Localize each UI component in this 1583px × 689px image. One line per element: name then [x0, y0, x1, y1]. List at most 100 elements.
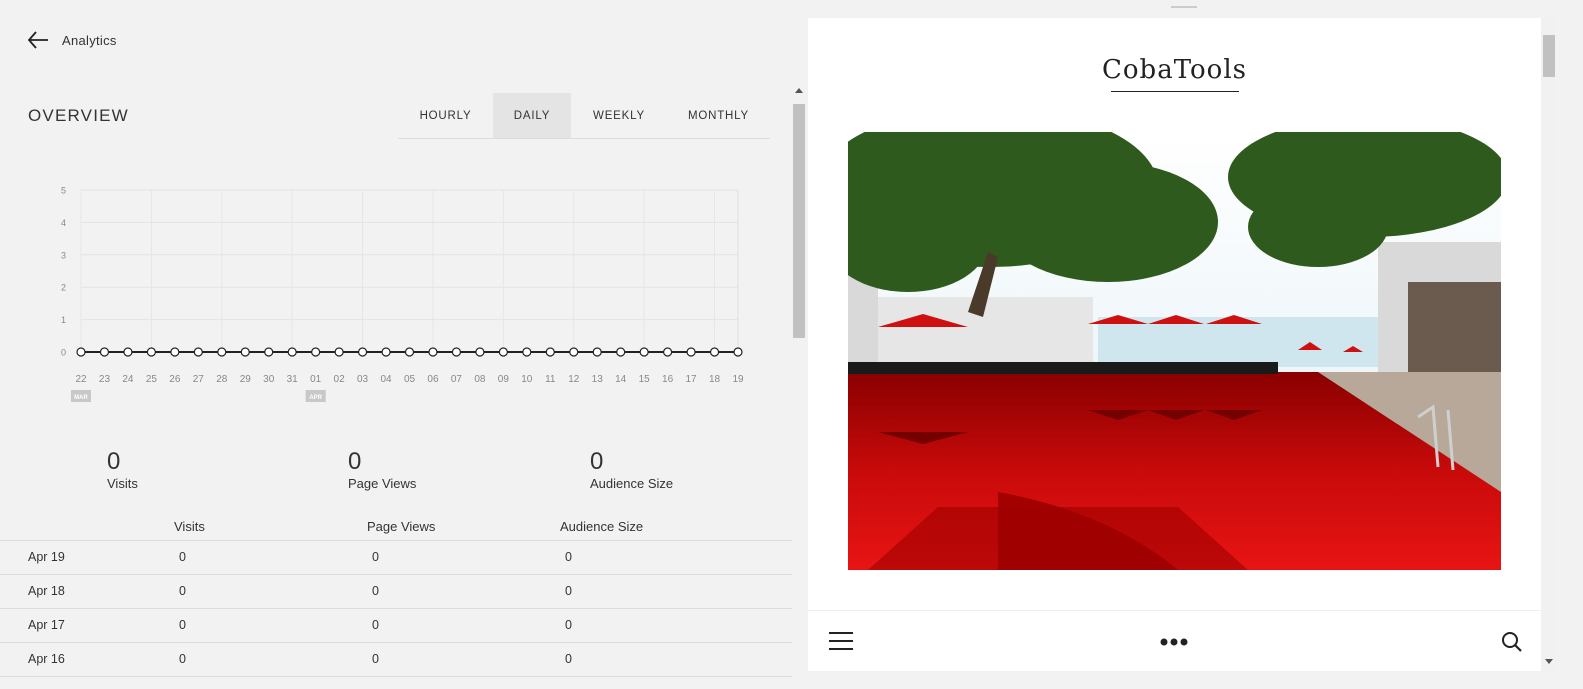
scroll-down-arrow-icon[interactable] [1545, 659, 1553, 664]
x-tick-label: 07 [451, 374, 463, 385]
data-point [240, 347, 250, 357]
row-visits: 0 [179, 618, 186, 632]
hero-image [848, 132, 1501, 570]
data-point [311, 347, 321, 357]
data-point [334, 347, 344, 357]
x-tick-label: 30 [263, 374, 275, 385]
table-row: Apr 19 0 0 0 [0, 541, 792, 575]
stat-audience-size-label: Audience Size [590, 476, 674, 491]
x-tick-label: 02 [334, 374, 346, 385]
x-tick-label: 31 [287, 374, 299, 385]
row-date: Apr 18 [28, 584, 65, 598]
table-row: Apr 16 0 0 0 [0, 643, 792, 677]
data-point [451, 347, 462, 357]
data-point [217, 347, 227, 357]
row-date: Apr 17 [28, 618, 65, 632]
scroll-up-arrow-icon[interactable] [795, 88, 803, 93]
table-header: Visits Page Views Audience Size [0, 519, 792, 541]
scrollbar-thumb[interactable] [1543, 35, 1555, 77]
back-label: Analytics [62, 32, 117, 48]
analytics-table: Visits Page Views Audience Size Apr 19 0… [0, 519, 792, 677]
row-page-views: 0 [372, 584, 379, 598]
left-scrollbar[interactable] [792, 88, 806, 689]
tab-daily[interactable]: DAILY [493, 93, 571, 138]
site-title-wrap: CobaTools [808, 55, 1541, 92]
overview-title: OVERVIEW [28, 106, 129, 125]
data-point [475, 347, 485, 357]
tab-weekly[interactable]: WEEKLY [571, 93, 667, 138]
menu-icon[interactable] [828, 631, 854, 651]
more-icon[interactable] [1160, 637, 1188, 647]
row-visits: 0 [179, 550, 186, 564]
y-tick-label: 3 [61, 250, 66, 260]
y-tick-label: 5 [61, 186, 66, 196]
stat-visits-value: 0 [107, 448, 121, 475]
table-row: Apr 17 0 0 0 [0, 609, 792, 643]
row-audience: 0 [565, 652, 572, 666]
col-page-views: Page Views [367, 519, 436, 534]
month-marker-label: MAR [74, 395, 88, 401]
x-tick-label: 17 [686, 374, 698, 385]
y-tick-label: 2 [61, 283, 66, 293]
row-audience: 0 [565, 550, 572, 564]
x-tick-label: 12 [568, 374, 580, 385]
back-button[interactable]: Analytics [26, 28, 117, 52]
row-audience: 0 [565, 584, 572, 598]
tab-hourly[interactable]: HOURLY [398, 93, 493, 138]
row-page-views: 0 [372, 618, 379, 632]
data-point [76, 347, 86, 357]
x-tick-label: 23 [99, 374, 111, 385]
x-tick-label: 03 [357, 374, 369, 385]
data-point [381, 347, 391, 357]
data-point [592, 347, 602, 357]
data-point [545, 347, 555, 357]
data-point [686, 347, 696, 357]
table-row: Apr 18 0 0 0 [0, 575, 792, 609]
x-tick-label: 14 [615, 374, 627, 385]
x-tick-label: 13 [592, 374, 604, 385]
preview-scrollbar[interactable] [1541, 18, 1556, 671]
stat-audience-size: 0 Audience Size [590, 449, 674, 492]
col-visits: Visits [174, 519, 205, 534]
search-icon[interactable] [1501, 631, 1523, 653]
data-point [428, 347, 438, 357]
site-title[interactable]: CobaTools [1102, 55, 1247, 85]
stat-page-views-value: 0 [348, 448, 362, 475]
scrollbar-thumb[interactable] [793, 104, 805, 338]
y-tick-label: 4 [61, 218, 66, 228]
y-tick-label: 1 [61, 315, 66, 325]
data-point [663, 347, 673, 357]
tab-monthly[interactable]: MONTHLY [667, 93, 770, 138]
data-point [522, 347, 532, 357]
title-underline [1110, 91, 1239, 92]
row-visits: 0 [179, 584, 186, 598]
arrow-left-icon [27, 31, 48, 49]
x-tick-label: 25 [146, 374, 158, 385]
row-audience: 0 [565, 618, 572, 632]
x-tick-label: 06 [427, 374, 439, 385]
preview-bottom-bar [808, 610, 1541, 671]
data-point [639, 347, 649, 357]
drag-handle[interactable] [1171, 6, 1197, 8]
row-page-views: 0 [372, 550, 379, 564]
site-preview: CobaTools [808, 18, 1556, 671]
data-point [616, 347, 626, 357]
plot-area [80, 189, 739, 353]
data-point [709, 347, 720, 357]
x-tick-label: 28 [216, 374, 228, 385]
analytics-panel: Analytics OVERVIEW HOURLY DAILY WEEKLY M… [0, 0, 808, 689]
x-tick-label: 01 [310, 374, 322, 385]
y-tick-label: 0 [61, 348, 66, 358]
x-tick-label: 18 [709, 374, 721, 385]
data-point [193, 347, 203, 357]
x-tick-label: 29 [240, 374, 252, 385]
data-point [733, 347, 743, 357]
x-tick-label: 15 [639, 374, 651, 385]
row-date: Apr 19 [28, 550, 65, 564]
x-tick-label: 11 [545, 374, 556, 385]
x-tick-label: 10 [521, 374, 533, 385]
stat-page-views: 0 Page Views [348, 448, 416, 492]
x-tick-label: 27 [193, 374, 205, 385]
data-point [498, 347, 508, 357]
x-tick-label: 08 [474, 374, 486, 385]
